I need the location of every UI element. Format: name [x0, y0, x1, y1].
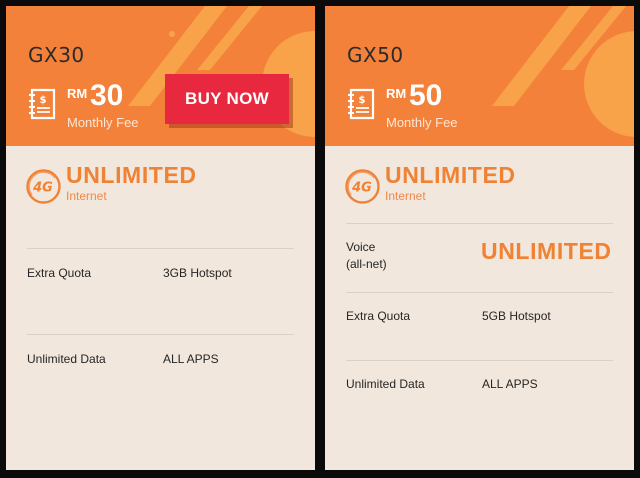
monthly-fee-amount: 50: [409, 79, 443, 112]
svg-text:$: $: [40, 95, 47, 106]
unlimited-data-value: ALL APPS: [482, 377, 538, 391]
bill-icon: $: [348, 88, 375, 120]
voice-label-line1: Voice: [346, 240, 376, 254]
currency-label: RM: [67, 86, 88, 101]
monthly-fee-label: Monthly Fee: [386, 115, 458, 130]
4g-icon: 4G: [26, 169, 61, 204]
extra-quota-label: Extra Quota: [27, 266, 92, 280]
unlimited-data-label: Unlimited Data: [346, 377, 425, 391]
plan-header: GX50 $ RM 50 Monthly Fee: [325, 6, 634, 146]
plan-card-gx30: GX30 $ RM 30 Monthly Fee BUY NOW 4G UNLI…: [6, 6, 315, 470]
divider: [346, 360, 613, 361]
header-decoration: [492, 6, 634, 137]
buy-now-button[interactable]: BUY NOW: [165, 74, 289, 124]
internet-subtitle: Internet: [66, 189, 107, 203]
unlimited-data-value: ALL APPS: [163, 352, 219, 366]
extra-quota-value: 5GB Hotspot: [482, 309, 551, 323]
voice-label-line2: (all-net): [346, 257, 387, 271]
plan-name: GX50: [347, 43, 404, 67]
plan-header: GX30 $ RM 30 Monthly Fee BUY NOW: [6, 6, 315, 146]
unlimited-data-label: Unlimited Data: [27, 352, 106, 366]
voice-value: UNLIMITED: [481, 238, 612, 264]
internet-subtitle: Internet: [385, 189, 426, 203]
extra-quota-value: 3GB Hotspot: [163, 266, 232, 280]
bill-icon: $: [29, 88, 56, 120]
4g-icon: 4G: [345, 169, 380, 204]
plan-card-gx50: GX50 $ RM 50 Monthly Fee 4G UNLIMITED In…: [325, 6, 634, 470]
network-badge-text: 4G: [351, 181, 372, 196]
divider: [27, 248, 294, 249]
extra-quota-label: Extra Quota: [346, 309, 411, 323]
network-badge-text: 4G: [32, 181, 53, 196]
monthly-fee-amount: 30: [90, 79, 124, 112]
currency-label: RM: [386, 86, 407, 101]
internet-title: UNLIMITED: [385, 162, 516, 188]
divider: [346, 223, 613, 224]
divider: [346, 292, 613, 293]
plan-name: GX30: [28, 43, 85, 67]
voice-label: Voice (all-net): [346, 239, 387, 273]
monthly-fee-label: Monthly Fee: [67, 115, 139, 130]
internet-title: UNLIMITED: [66, 162, 197, 188]
divider: [27, 334, 294, 335]
svg-text:$: $: [359, 95, 366, 106]
